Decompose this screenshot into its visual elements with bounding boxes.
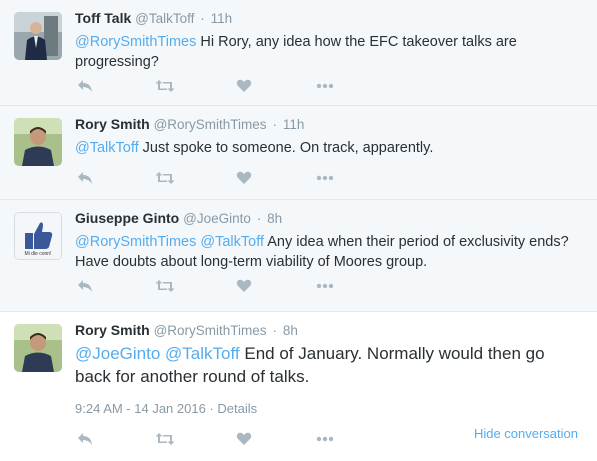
avatar[interactable] xyxy=(14,12,62,60)
avatar[interactable] xyxy=(14,324,62,372)
avatar[interactable] xyxy=(14,118,62,166)
retweet-icon[interactable] xyxy=(155,76,175,96)
tweet-item[interactable]: Rory Smith @RorySmithTimes · 11h @TalkTo… xyxy=(0,106,597,200)
tweet-text: @RorySmithTimes Hi Rory, any idea how th… xyxy=(75,32,580,72)
focused-tweet[interactable]: Rory Smith @RorySmithTimes · 8h @JoeGint… xyxy=(0,312,597,461)
mention-link[interactable]: @RorySmithTimes xyxy=(75,234,196,250)
mention-link[interactable]: @TalkToff xyxy=(75,140,139,156)
retweet-icon[interactable] xyxy=(155,276,175,296)
reply-icon[interactable] xyxy=(75,429,95,449)
tweet-time[interactable]: 11h xyxy=(211,11,233,26)
author-screen-name[interactable]: @JoeGinto xyxy=(183,211,251,226)
like-icon[interactable] xyxy=(234,76,254,96)
details-link[interactable]: Details xyxy=(217,401,257,416)
like-icon[interactable] xyxy=(234,276,254,296)
more-icon[interactable] xyxy=(315,429,335,449)
author-screen-name[interactable]: @RorySmithTimes xyxy=(154,323,267,338)
conversation-thread: Toff Talk @TalkToff · 11h @RorySmithTime… xyxy=(0,0,597,461)
more-icon[interactable] xyxy=(315,76,335,96)
reply-icon[interactable] xyxy=(75,168,95,188)
mention-link[interactable]: @JoeGinto xyxy=(75,344,160,363)
tweet-body: Just spoke to someone. On track, apparen… xyxy=(142,140,434,156)
author-screen-name[interactable]: @RorySmithTimes xyxy=(154,117,267,132)
retweet-icon[interactable] xyxy=(155,168,175,188)
author-fullname[interactable]: Rory Smith xyxy=(75,116,150,132)
separator: · xyxy=(272,117,277,132)
mention-link[interactable]: @TalkToff xyxy=(165,344,240,363)
tweet-time[interactable]: 11h xyxy=(283,117,305,132)
like-icon[interactable] xyxy=(234,429,254,449)
tweet-text: @JoeGinto @TalkToff End of January. Norm… xyxy=(75,342,580,388)
author-fullname[interactable]: Giuseppe Ginto xyxy=(75,210,179,226)
avatar[interactable]: Mi dle conn! xyxy=(14,212,62,260)
tweet-item[interactable]: Toff Talk @TalkToff · 11h @RorySmithTime… xyxy=(0,0,597,106)
timestamp[interactable]: 9:24 AM - 14 Jan 2016 xyxy=(75,401,206,416)
mention-link[interactable]: @TalkToff xyxy=(200,234,264,250)
retweet-icon[interactable] xyxy=(155,429,175,449)
separator: · xyxy=(209,401,214,416)
author-fullname[interactable]: Toff Talk xyxy=(75,10,131,26)
tweet-text: @TalkToff Just spoke to someone. On trac… xyxy=(75,138,580,158)
tweet-item[interactable]: Mi dle conn! Giuseppe Ginto @JoeGinto · … xyxy=(0,200,597,312)
avatar-caption: Mi dle conn! xyxy=(24,251,52,257)
reply-icon[interactable] xyxy=(75,76,95,96)
tweet-text: @RorySmithTimes @TalkToff Any idea when … xyxy=(75,232,580,272)
author-screen-name[interactable]: @TalkToff xyxy=(135,11,194,26)
author-fullname[interactable]: Rory Smith xyxy=(75,322,150,338)
more-icon[interactable] xyxy=(315,168,335,188)
like-icon[interactable] xyxy=(234,168,254,188)
mention-link[interactable]: @RorySmithTimes xyxy=(75,34,196,50)
tweet-time[interactable]: 8h xyxy=(283,323,298,338)
hide-conversation-link[interactable]: Hide conversation xyxy=(474,426,578,441)
separator: · xyxy=(200,11,205,26)
tweet-meta: 9:24 AM - 14 Jan 2016 · Details xyxy=(75,401,257,416)
tweet-time[interactable]: 8h xyxy=(267,211,282,226)
more-icon[interactable] xyxy=(315,276,335,296)
separator: · xyxy=(256,211,262,226)
separator: · xyxy=(272,323,277,338)
reply-icon[interactable] xyxy=(75,276,95,296)
